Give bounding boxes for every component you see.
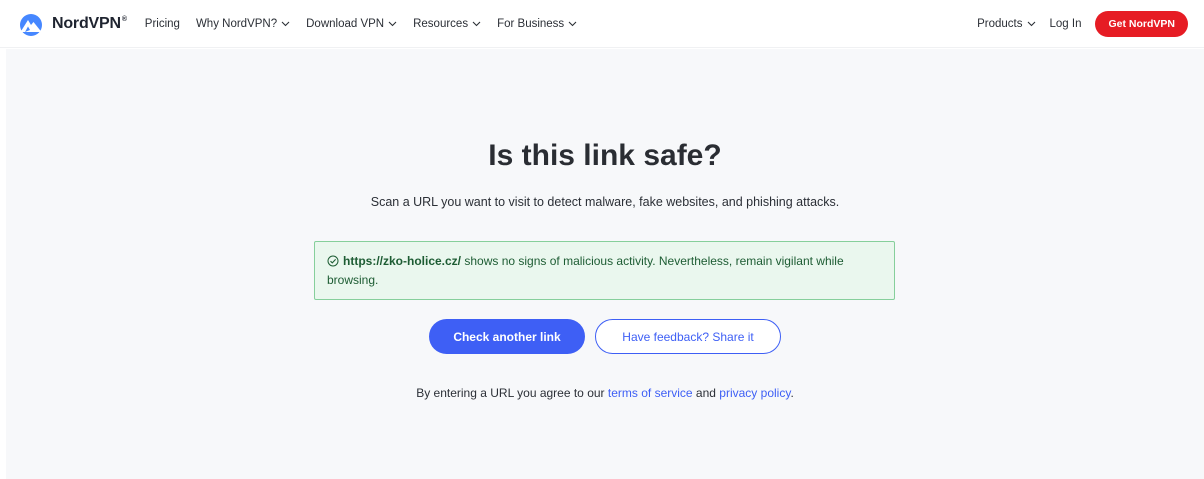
top-navigation: NordVPN® Pricing Why NordVPN? Download V… [0, 0, 1204, 48]
check-another-link-button[interactable]: Check another link [429, 319, 585, 354]
chevron-down-icon [568, 21, 577, 26]
share-feedback-button[interactable]: Have feedback? Share it [595, 319, 781, 354]
chevron-down-icon [1027, 21, 1035, 26]
link-checker-section: Is this link safe? Scan a URL you want t… [6, 49, 1204, 479]
chevron-down-icon [388, 21, 397, 26]
get-nordvpn-button[interactable]: Get NordVPN [1095, 10, 1188, 37]
scanned-url: https://zko-holice.cz/ [343, 254, 462, 268]
page-subtitle: Scan a URL you want to visit to detect m… [370, 195, 840, 209]
terms-notice: By entering a URL you agree to our terms… [416, 386, 794, 400]
terms-of-service-link[interactable]: terms of service [608, 386, 693, 400]
nav-item-why-nordvpn[interactable]: Why NordVPN? [196, 18, 290, 30]
nav-item-pricing[interactable]: Pricing [145, 18, 180, 30]
nav-menu: Pricing Why NordVPN? Download VPN Resour… [145, 18, 577, 30]
nordvpn-mountain-icon [20, 13, 42, 36]
action-buttons: Check another link Have feedback? Share … [6, 319, 1204, 354]
nav-right: Products Log In Get NordVPN [977, 10, 1188, 37]
scan-result-banner: https://zko-holice.cz/ shows no signs of… [314, 241, 895, 300]
privacy-policy-link[interactable]: privacy policy [719, 386, 790, 400]
nordvpn-logo[interactable]: NordVPN® [16, 12, 127, 36]
chevron-down-icon [281, 21, 290, 26]
login-link[interactable]: Log In [1050, 18, 1082, 30]
logo-text: NordVPN® [52, 14, 127, 32]
chevron-down-icon [472, 21, 481, 26]
nav-item-for-business[interactable]: For Business [497, 18, 577, 30]
page-title: Is this link safe? [488, 139, 722, 172]
check-circle-icon [327, 255, 339, 267]
nav-item-products[interactable]: Products [977, 18, 1035, 30]
nav-item-resources[interactable]: Resources [413, 18, 481, 30]
nav-item-download-vpn[interactable]: Download VPN [306, 18, 397, 30]
